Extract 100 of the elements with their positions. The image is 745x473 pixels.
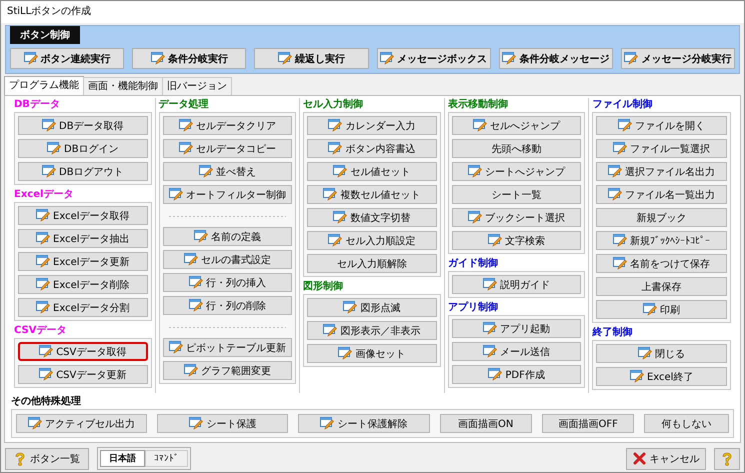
function-button[interactable]: Excelデータ取得 bbox=[18, 206, 148, 225]
pencil-note-icon bbox=[39, 345, 54, 358]
function-button[interactable]: DBログイン bbox=[18, 139, 148, 158]
group-title: その他特殊処理 bbox=[11, 395, 82, 409]
function-button[interactable]: シート保護解除 bbox=[298, 414, 430, 433]
function-button[interactable]: 図形表示／非表示 bbox=[307, 321, 437, 340]
function-button[interactable]: シート一覧 bbox=[452, 185, 582, 204]
function-button[interactable]: 名前をつけて保存 bbox=[596, 254, 727, 273]
pencil-note-icon bbox=[36, 301, 50, 314]
pencil-note-icon bbox=[320, 417, 334, 430]
tab[interactable]: 画面・機能制御 bbox=[83, 77, 163, 95]
pencil-note-icon bbox=[502, 52, 516, 65]
function-button[interactable]: セル入力順解除 bbox=[307, 254, 437, 273]
function-button[interactable]: PDF作成 bbox=[452, 365, 582, 384]
function-button[interactable]: アクティブセル出力 bbox=[16, 414, 148, 433]
function-button[interactable]: DBデータ取得 bbox=[18, 116, 148, 135]
function-button[interactable]: Excel終了 bbox=[596, 367, 727, 386]
function-button[interactable]: CSVデータ取得 bbox=[18, 342, 148, 361]
group-title: 終了制御 bbox=[592, 326, 634, 340]
tab[interactable]: 旧バージョン bbox=[162, 77, 232, 95]
button-list-button[interactable]: ボタン一覧 bbox=[5, 448, 89, 470]
pencil-note-icon bbox=[36, 255, 50, 268]
function-button[interactable]: 並べ替え bbox=[162, 162, 292, 181]
function-button[interactable]: シート保護 bbox=[157, 414, 288, 433]
pencil-note-icon bbox=[608, 165, 622, 178]
function-button[interactable]: 新規ブック bbox=[596, 208, 727, 227]
pencil-note-icon bbox=[168, 341, 183, 354]
pencil-note-icon bbox=[189, 417, 204, 430]
cancel-button[interactable]: キャンセル bbox=[626, 448, 706, 470]
action-button[interactable]: 条件分岐実行 bbox=[132, 48, 246, 69]
function-button[interactable]: 図形点滅 bbox=[307, 298, 437, 317]
pencil-note-icon bbox=[468, 211, 482, 224]
function-button[interactable]: 上書保存 bbox=[596, 277, 727, 296]
function-button[interactable]: 説明ガイド bbox=[452, 275, 582, 294]
function-button[interactable]: 閉じる bbox=[596, 344, 727, 363]
function-button[interactable]: Excelデータ削除 bbox=[18, 275, 148, 294]
function-button[interactable]: ピボットテーブル更新 bbox=[162, 338, 292, 357]
function-button[interactable]: ファイル名一覧出力 bbox=[596, 185, 727, 204]
pencil-note-icon bbox=[483, 345, 498, 358]
pencil-note-icon bbox=[643, 303, 658, 316]
pencil-note-icon bbox=[333, 165, 348, 178]
function-button[interactable]: セル入力順設定 bbox=[307, 231, 437, 250]
function-button[interactable]: ブックシート選択 bbox=[452, 208, 582, 227]
function-button[interactable]: 行・列の削除 bbox=[162, 296, 292, 315]
pencil-note-icon bbox=[380, 52, 394, 65]
function-button[interactable]: シートへジャンプ bbox=[452, 162, 582, 181]
function-button[interactable]: メール送信 bbox=[452, 342, 582, 361]
pencil-note-icon bbox=[28, 417, 42, 430]
function-button[interactable]: 印刷 bbox=[596, 300, 727, 319]
function-button[interactable]: カレンダー入力 bbox=[307, 116, 437, 135]
function-button[interactable]: 先頭へ移動 bbox=[452, 139, 582, 158]
function-button[interactable]: Excelデータ抽出 bbox=[18, 229, 148, 248]
function-button[interactable]: ファイル一覧選択 bbox=[596, 139, 727, 158]
action-button[interactable]: メッセージボックス bbox=[376, 48, 491, 69]
pencil-note-icon bbox=[188, 299, 203, 312]
pencil-note-icon bbox=[36, 232, 50, 245]
function-button[interactable]: グラフ範囲変更 bbox=[162, 361, 292, 380]
function-button[interactable]: 画面描画OFF bbox=[542, 414, 634, 433]
function-button[interactable]: DBログアウト bbox=[18, 162, 148, 181]
function-button[interactable]: 選択ファイル名出力 bbox=[596, 162, 727, 181]
panel-tab-label: ボタン制御 bbox=[10, 26, 80, 44]
function-button[interactable]: Excelデータ分割 bbox=[18, 298, 148, 317]
function-button[interactable]: CSVデータ更新 bbox=[18, 365, 148, 384]
function-button[interactable]: Excelデータ更新 bbox=[18, 252, 148, 271]
function-button[interactable]: オートフィルター制御 bbox=[162, 185, 292, 204]
function-button[interactable]: 文字検索 bbox=[452, 231, 582, 250]
function-button[interactable]: 複数セル値セット bbox=[307, 185, 437, 204]
function-button[interactable]: 数値文字切替 bbox=[307, 208, 437, 227]
function-button[interactable]: ファイルを開く bbox=[596, 116, 727, 135]
help-icon bbox=[14, 452, 26, 466]
action-button[interactable]: 条件分岐メッセージ bbox=[498, 48, 613, 69]
pencil-note-icon bbox=[613, 234, 628, 247]
group-title: Excelデータ bbox=[14, 188, 74, 202]
function-button[interactable]: セルへジャンプ bbox=[452, 116, 582, 135]
pencil-note-icon bbox=[483, 278, 498, 291]
pencil-note-icon bbox=[608, 188, 622, 201]
action-button[interactable]: メッセージ分岐実行 bbox=[620, 48, 736, 69]
action-button[interactable]: ボタン連続実行 bbox=[10, 48, 124, 69]
function-button[interactable]: 画面描画ON bbox=[440, 414, 532, 433]
function-button[interactable]: 何もしない bbox=[644, 414, 730, 433]
function-button[interactable]: セル値セット bbox=[307, 162, 437, 181]
help-button[interactable] bbox=[714, 448, 740, 470]
pencil-note-icon bbox=[618, 119, 632, 132]
close-icon bbox=[632, 452, 646, 465]
function-button[interactable]: 行・列の挿入 bbox=[162, 273, 292, 292]
pencil-note-icon bbox=[184, 253, 198, 266]
tab[interactable]: プログラム機能 bbox=[4, 76, 84, 95]
function-button[interactable]: セルデータクリア bbox=[162, 116, 292, 135]
function-button[interactable]: ボタン内容書込 bbox=[307, 139, 437, 158]
function-button[interactable]: 新規ﾌﾞｯｸﾍｼｰﾄｺﾋﾟｰ bbox=[596, 231, 727, 250]
pencil-note-icon bbox=[613, 257, 628, 270]
function-button[interactable]: アプリ起動 bbox=[452, 319, 582, 338]
function-button[interactable]: 名前の定義 bbox=[162, 227, 292, 246]
mode-option[interactable]: 日本語 bbox=[100, 450, 145, 467]
function-button[interactable]: セルデータコピー bbox=[162, 139, 292, 158]
action-button[interactable]: 繰返し実行 bbox=[254, 48, 369, 69]
function-button[interactable]: セルの書式設定 bbox=[162, 250, 292, 269]
pencil-note-icon bbox=[36, 209, 50, 222]
function-button[interactable]: 画像セット bbox=[307, 344, 437, 363]
mode-option[interactable]: ｺﾏﾝﾄﾞ bbox=[145, 450, 188, 467]
